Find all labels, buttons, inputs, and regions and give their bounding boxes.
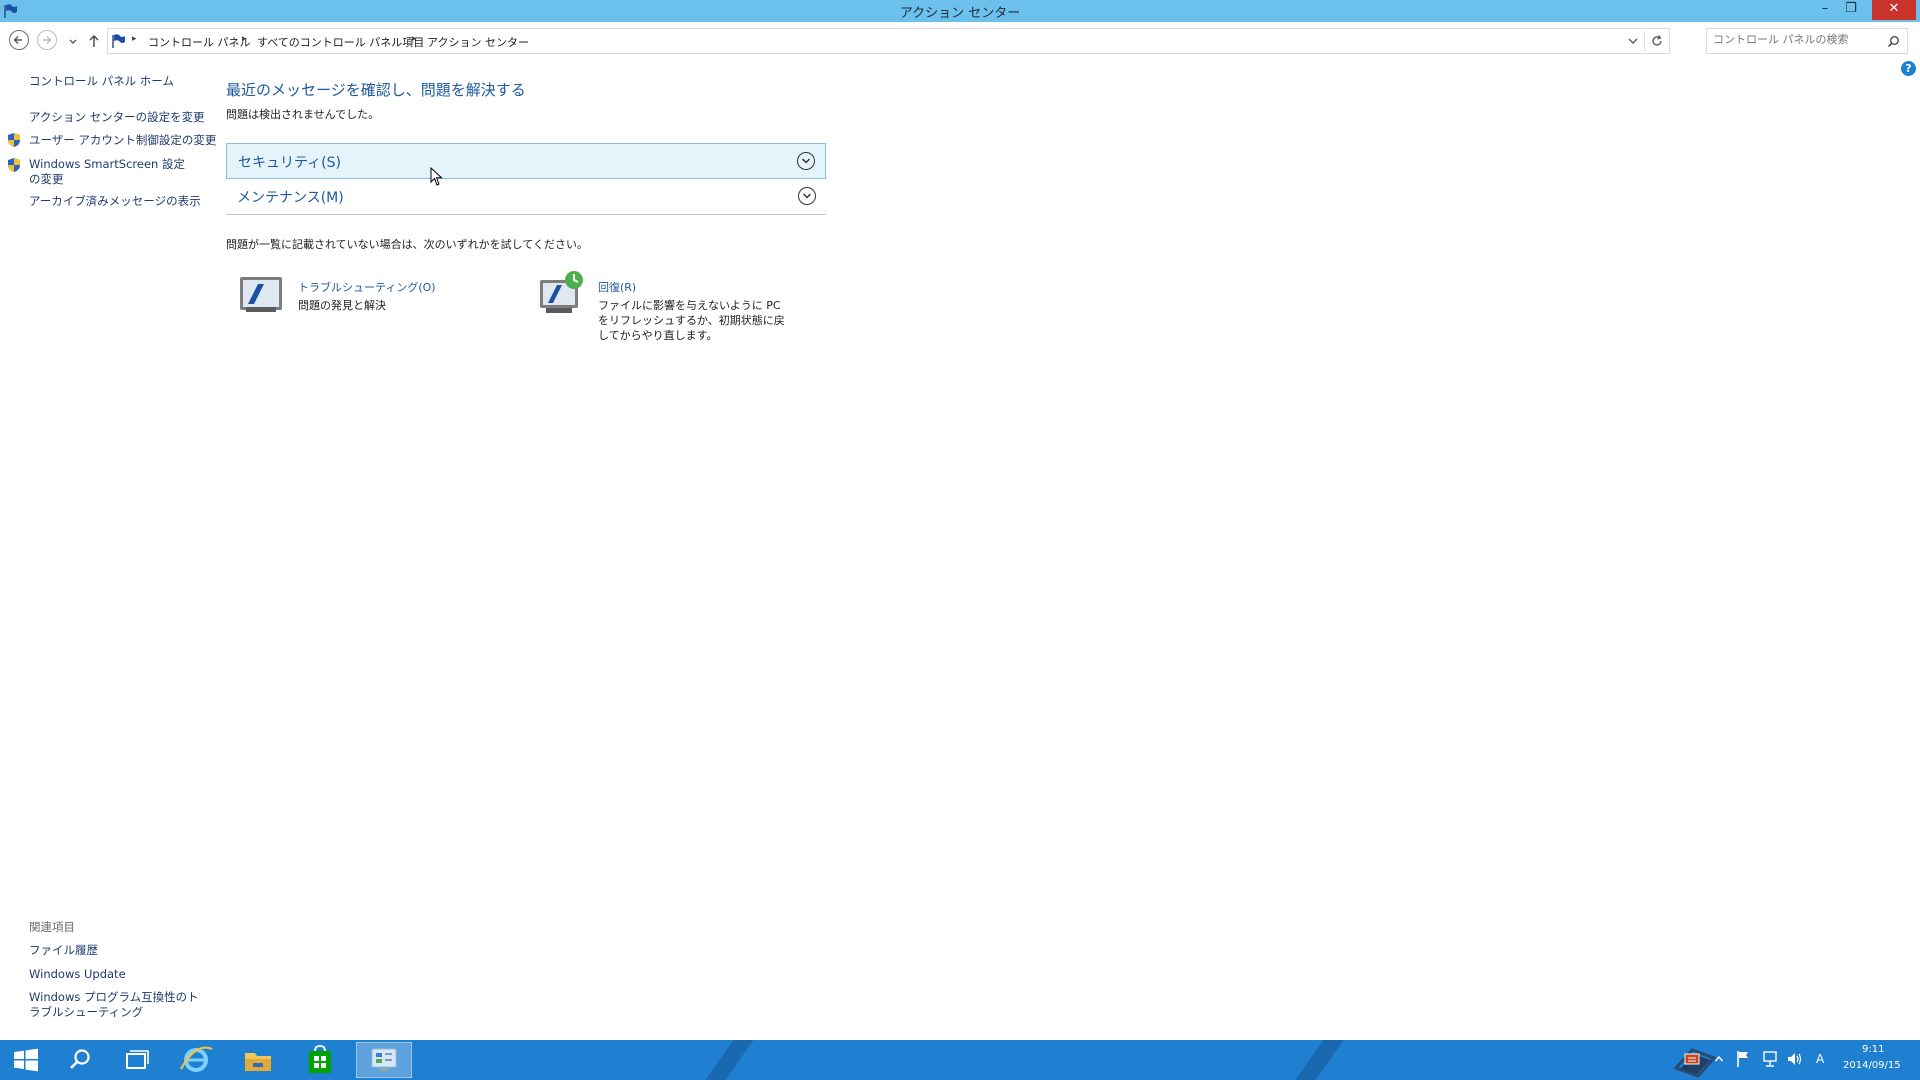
taskbar-file-explorer[interactable]: [232, 1042, 284, 1078]
breadcrumb-action-center[interactable]: アクション センター: [427, 34, 529, 50]
task-view-icon: [126, 1050, 149, 1069]
search-icon: [70, 1049, 90, 1069]
taskbar: A 9:11 2014/09/15: [0, 1040, 1920, 1080]
taskbar-store[interactable]: [294, 1042, 346, 1078]
restore-button[interactable]: ❐: [1838, 0, 1864, 20]
clock-date[interactable]: 2014/09/15: [1843, 1060, 1901, 1071]
breadcrumb-control-panel[interactable]: コントロール パネル: [148, 34, 251, 50]
search-icon[interactable]: [1887, 35, 1900, 48]
task-view-button[interactable]: [110, 1042, 162, 1078]
section-maintenance[interactable]: メンテナンス(M): [226, 179, 826, 215]
store-icon: [309, 1045, 331, 1073]
address-divider: [1644, 31, 1645, 51]
volume-icon[interactable]: [1786, 1050, 1804, 1068]
forward-button[interactable]: [37, 30, 59, 52]
breadcrumb-separator-icon[interactable]: ▸: [412, 34, 417, 44]
search-box[interactable]: [1706, 28, 1908, 54]
status-text: 問題は検出されませんでした。: [226, 108, 380, 121]
close-button[interactable]: ✕: [1872, 0, 1916, 20]
sidebar-link-change-action-center-settings[interactable]: アクション センターの設定を変更: [29, 110, 205, 125]
network-icon[interactable]: [1762, 1050, 1778, 1068]
breadcrumb-all-items[interactable]: すべてのコントロール パネル項目: [257, 34, 424, 50]
expand-chevron-icon[interactable]: [798, 187, 816, 205]
forward-arrow-icon: [37, 30, 57, 50]
clock-time[interactable]: 9:11: [1862, 1044, 1884, 1055]
address-history-dropdown-icon[interactable]: [1627, 35, 1639, 47]
uac-shield-icon: [8, 158, 20, 172]
ime-indicator[interactable]: A: [1816, 1052, 1824, 1066]
navigation-bar: ▸ コントロール パネル ▸ すべてのコントロール パネル項目 ▸ アクション …: [0, 22, 1920, 60]
control-panel-icon: [371, 1048, 397, 1071]
related-link-compatibility-troubleshooting[interactable]: Windows プログラム互換性のトラブルシューティング: [29, 990, 199, 1020]
action-center-flag-icon: [112, 34, 125, 48]
taskbar-internet-explorer[interactable]: [170, 1042, 222, 1078]
page-title: 最近のメッセージを確認し、問題を解決する: [226, 81, 526, 99]
recent-locations-dropdown[interactable]: [66, 30, 80, 52]
windows-logo-icon: [14, 1048, 38, 1072]
hint-text: 問題が一覧に記載されていない場合は、次のいずれかを試してください。: [226, 238, 589, 251]
chevron-down-icon: [69, 39, 77, 44]
breadcrumb-separator-icon[interactable]: ▸: [242, 34, 247, 44]
related-link-file-history[interactable]: ファイル履歴: [29, 943, 98, 958]
taskbar-decoration: [1284, 1040, 1348, 1080]
mouse-cursor-icon: [430, 167, 443, 186]
section-security-label: セキュリティ(S): [238, 155, 341, 171]
up-button[interactable]: [86, 30, 102, 52]
sidebar-link-control-panel-home[interactable]: コントロール パネル ホーム: [29, 74, 174, 89]
keyboard-icon[interactable]: [1684, 1052, 1700, 1066]
troubleshooting-icon: [240, 277, 282, 312]
internet-explorer-icon: [180, 1046, 213, 1072]
taskbar-control-panel-active[interactable]: [356, 1042, 412, 1078]
troubleshooting-link[interactable]: トラブルシューティング(O): [298, 279, 436, 295]
recovery-link[interactable]: 回復(R): [598, 279, 636, 295]
help-icon[interactable]: ?: [1901, 61, 1916, 76]
back-arrow-icon: [9, 30, 29, 50]
recovery-icon: [540, 271, 583, 313]
tool-troubleshooting[interactable]: トラブルシューティング(O) 問題の発見と解決: [238, 274, 436, 320]
related-title: 関連項目: [29, 920, 75, 934]
minimize-button[interactable]: –: [1812, 0, 1838, 20]
start-button[interactable]: [0, 1042, 52, 1078]
address-bar[interactable]: ▸ コントロール パネル ▸ すべてのコントロール パネル項目 ▸ アクション …: [107, 28, 1670, 54]
sidebar-link-uac-settings[interactable]: ユーザー アカウント制御設定の変更: [29, 133, 216, 148]
action-center-flag-tray-icon[interactable]: [1736, 1050, 1750, 1068]
section-security[interactable]: セキュリティ(S): [226, 143, 826, 179]
troubleshooting-description: 問題の発見と解決: [298, 299, 386, 312]
title-bar: アクション センター – ❐ ✕: [0, 0, 1920, 22]
tool-recovery[interactable]: 回復(R) ファイルに影響を与えないように PC をリフレッシュするか、初期状態…: [538, 270, 785, 342]
uac-shield-icon: [8, 133, 20, 147]
show-hidden-icons-chevron-up-icon[interactable]: [1714, 1054, 1724, 1064]
up-arrow-icon: [89, 35, 99, 47]
related-link-windows-update[interactable]: Windows Update: [29, 967, 126, 982]
breadcrumb-separator-icon[interactable]: ▸: [132, 34, 137, 44]
sidebar-link-smartscreen-settings[interactable]: Windows SmartScreen 設定の変更: [29, 157, 189, 187]
taskbar-search-button[interactable]: [54, 1042, 106, 1078]
window-title: アクション センター: [899, 6, 1021, 21]
back-button[interactable]: [9, 30, 31, 52]
recovery-description: ファイルに影響を与えないように PC をリフレッシュするか、初期状態に戻してから…: [598, 299, 785, 342]
section-maintenance-label: メンテナンス(M): [237, 190, 344, 206]
taskbar-decoration: [694, 1040, 758, 1080]
search-input[interactable]: [1713, 33, 1873, 46]
file-explorer-icon: [245, 1053, 271, 1071]
sidebar-link-archived-messages[interactable]: アーカイブ済みメッセージの表示: [29, 194, 201, 209]
expand-chevron-icon[interactable]: [797, 152, 815, 170]
refresh-icon[interactable]: [1650, 34, 1664, 48]
